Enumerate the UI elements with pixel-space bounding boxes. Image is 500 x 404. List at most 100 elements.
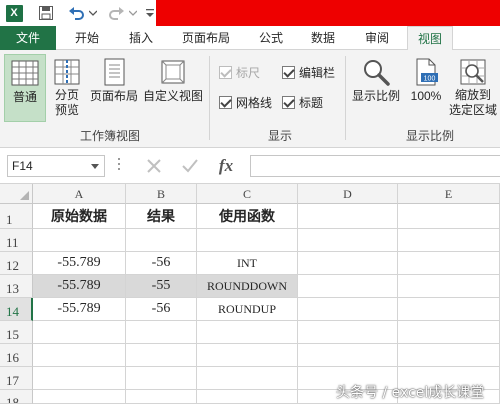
table-cell[interactable]	[298, 344, 398, 367]
title-bar: X	[0, 0, 500, 26]
table-cell[interactable]	[298, 321, 398, 344]
cancel-icon[interactable]	[140, 154, 168, 178]
column-header-b[interactable]: B	[126, 184, 197, 204]
normal-view-icon	[11, 60, 39, 86]
tab-formulas[interactable]: 公式	[248, 26, 294, 50]
page-layout-view-button[interactable]: 页面布局	[88, 54, 140, 114]
normal-view-button[interactable]: 普通	[4, 54, 46, 122]
table-cell[interactable]: 原始数据	[33, 204, 126, 229]
row-header-active[interactable]: 14	[0, 298, 33, 321]
row-header[interactable]: 12	[0, 252, 33, 275]
row-header[interactable]: 11	[0, 229, 33, 252]
row-header[interactable]: 13	[0, 275, 33, 298]
tab-insert[interactable]: 插入	[116, 26, 166, 50]
row-header[interactable]: 1	[0, 204, 33, 229]
table-cell[interactable]: -55	[126, 275, 197, 298]
tab-review[interactable]: 审阅	[354, 26, 400, 50]
column-header-d[interactable]: D	[298, 184, 398, 204]
ribbon-view: 普通 分页 预览 页面布局 自定义视图 工作簿视图 标尺 编辑栏 网格线 标题 …	[0, 50, 500, 148]
table-cell[interactable]	[197, 367, 298, 390]
formula-bar: F14 fx	[0, 148, 500, 184]
page-break-preview-button[interactable]: 分页 预览	[48, 54, 86, 124]
select-all-corner[interactable]	[0, 184, 33, 204]
table-cell[interactable]	[298, 252, 398, 275]
table-cell[interactable]: -55.789	[33, 298, 126, 321]
row-header[interactable]: 18	[0, 390, 33, 404]
customize-toolbar-icon[interactable]	[145, 0, 155, 26]
column-header-e[interactable]: E	[398, 184, 500, 204]
zoom-button[interactable]: 显示比例	[350, 54, 402, 114]
table-cell[interactable]: 结果	[126, 204, 197, 229]
table-cell[interactable]: -56	[126, 298, 197, 321]
table-cell[interactable]	[126, 344, 197, 367]
table-cell[interactable]: -55.789	[33, 252, 126, 275]
table-cell[interactable]	[33, 229, 126, 252]
table-cell[interactable]	[398, 229, 500, 252]
formula-bar-checkbox[interactable]: 编辑栏	[282, 64, 335, 81]
column-header-a[interactable]: A	[33, 184, 126, 204]
table-cell[interactable]	[197, 390, 298, 404]
table-cell[interactable]: INT	[197, 252, 298, 275]
group-label-workbook-views: 工作簿视图	[79, 129, 140, 143]
ruler-checkbox[interactable]: 标尺	[219, 64, 260, 81]
redo-icon[interactable]	[105, 0, 127, 26]
headings-checkbox[interactable]: 标题	[282, 94, 323, 111]
undo-icon[interactable]	[66, 0, 88, 26]
row-header[interactable]: 15	[0, 321, 33, 344]
formula-bar-grip[interactable]	[118, 158, 121, 174]
gridlines-checkbox[interactable]: 网格线	[219, 94, 272, 111]
custom-views-button[interactable]: 自定义视图	[142, 54, 204, 114]
table-cell[interactable]	[197, 321, 298, 344]
table-cell[interactable]	[33, 344, 126, 367]
tab-data[interactable]: 数据	[300, 26, 346, 50]
custom-views-icon	[161, 60, 185, 84]
save-icon[interactable]	[36, 0, 56, 26]
table-cell[interactable]	[398, 204, 500, 229]
name-box-dropdown-icon[interactable]	[91, 164, 99, 169]
table-cell[interactable]	[298, 204, 398, 229]
formula-input[interactable]	[250, 155, 500, 177]
table-cell[interactable]	[197, 344, 298, 367]
group-separator	[209, 56, 210, 140]
row-header[interactable]: 17	[0, 367, 33, 390]
redo-dropdown-icon[interactable]	[128, 0, 138, 26]
excel-app-icon: X	[4, 0, 24, 26]
enter-check-icon[interactable]	[176, 154, 204, 178]
worksheet-grid: A B C D E 1 原始数据 结果 使用函数 11 12 -55.789 -…	[0, 184, 500, 404]
table-cell[interactable]: -56	[126, 252, 197, 275]
tab-home[interactable]: 开始	[62, 26, 112, 50]
table-cell[interactable]	[298, 275, 398, 298]
table-cell[interactable]	[126, 367, 197, 390]
table-cell[interactable]	[398, 321, 500, 344]
undo-dropdown-icon[interactable]	[88, 0, 98, 26]
table-cell[interactable]	[398, 344, 500, 367]
page-layout-icon	[104, 58, 125, 86]
table-cell[interactable]	[33, 390, 126, 404]
zoom-to-selection-button[interactable]: 缩放到 选定区域	[448, 54, 498, 124]
zoom-100-button[interactable]: 100 100%	[406, 54, 446, 114]
tab-page-layout[interactable]: 页面布局	[172, 26, 240, 50]
table-cell[interactable]	[398, 298, 500, 321]
tab-file[interactable]: 文件	[0, 26, 56, 50]
table-cell[interactable]	[33, 367, 126, 390]
table-cell[interactable]	[33, 321, 126, 344]
column-header-c[interactable]: C	[197, 184, 298, 204]
table-cell[interactable]: ROUNDDOWN	[197, 275, 298, 298]
table-cell[interactable]	[126, 321, 197, 344]
table-cell[interactable]: 使用函数	[197, 204, 298, 229]
name-box[interactable]: F14	[7, 155, 105, 177]
table-cell[interactable]	[298, 229, 398, 252]
table-cell[interactable]: -55.789	[33, 275, 126, 298]
table-cell[interactable]	[126, 229, 197, 252]
row-header[interactable]: 16	[0, 344, 33, 367]
table-cell[interactable]	[298, 298, 398, 321]
table-cell[interactable]	[398, 252, 500, 275]
table-cell[interactable]: ROUNDUP	[197, 298, 298, 321]
tab-view[interactable]: 视图	[407, 26, 453, 51]
insert-function-button[interactable]: fx	[212, 154, 240, 178]
zoom-selection-icon	[460, 59, 486, 85]
table-cell[interactable]	[398, 275, 500, 298]
svg-text:100: 100	[424, 76, 436, 83]
table-cell[interactable]	[126, 390, 197, 404]
table-cell[interactable]	[197, 229, 298, 252]
